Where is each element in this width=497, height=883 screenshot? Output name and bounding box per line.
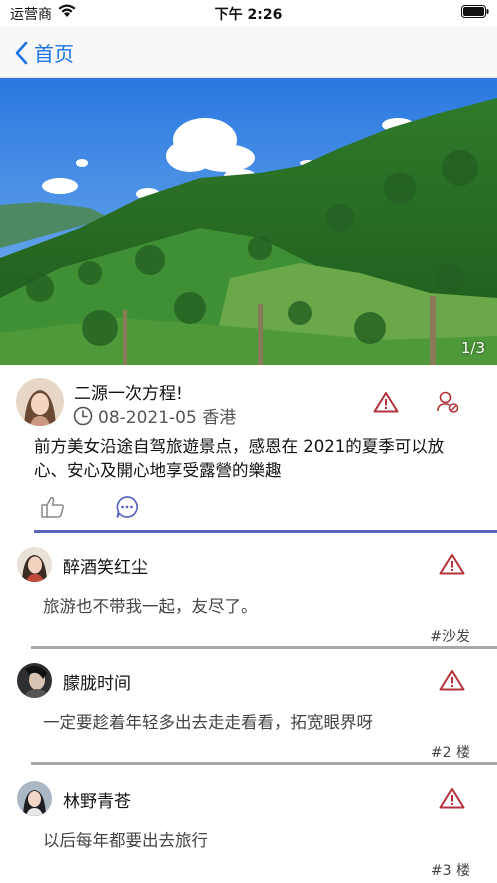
clock-icon	[73, 406, 93, 425]
carousel-counter: 1/3	[460, 339, 485, 357]
status-bar: 运营商 下午 2:26	[0, 0, 497, 26]
warning-icon	[373, 392, 399, 413]
battery-icon	[461, 5, 489, 22]
report-button[interactable]	[373, 391, 399, 417]
chat-bubble-icon	[116, 496, 138, 518]
post-date-location: 08-2021-05 香港	[98, 408, 237, 428]
floor-label: #沙发	[430, 629, 470, 645]
post-meta: 08-2021-05 香港	[73, 403, 236, 428]
floor-label: #2 楼	[430, 745, 470, 761]
floor-label: #3 楼	[430, 863, 470, 879]
commenter-name: 朦胧时间	[63, 674, 131, 694]
commenter-avatar[interactable]	[17, 547, 52, 582]
clock: 下午 2:26	[214, 7, 283, 23]
post-body: 前方美女沿途自驾旅遊景点，感恩在 2021的夏季可以放心、安心及開心地享受露營的…	[34, 437, 445, 480]
divider	[31, 762, 497, 765]
comment-text: 以后每年都要出去旅行	[43, 831, 208, 850]
comment-button[interactable]	[115, 495, 139, 523]
nav-bar: 首页	[0, 26, 497, 78]
back-button[interactable]: 首页	[14, 38, 74, 67]
report-comment-button[interactable]	[439, 669, 465, 695]
comment-text: 旅游也不带我一起，友尽了。	[43, 597, 258, 616]
warning-icon	[439, 670, 465, 691]
block-user-icon	[437, 391, 459, 413]
comment-text: 一定要趁着年轻多出去走走看看，拓宽眼界呀	[43, 713, 373, 732]
report-comment-button[interactable]	[439, 553, 465, 579]
post-title: 二源一次方程!	[74, 384, 183, 404]
warning-icon	[439, 788, 465, 809]
comment-item: 林野青苍 以后每年都要出去旅行 #3 楼	[0, 767, 497, 883]
commenter-avatar[interactable]	[17, 781, 52, 816]
post-card: 二源一次方程! 08-2021-05 香港 前方美女沿途自驾旅遊景点，感恩在 2…	[0, 365, 497, 533]
warning-icon	[439, 554, 465, 575]
landscape-photo	[0, 78, 497, 365]
photo-carousel[interactable]: 1/3	[0, 78, 497, 365]
comment-item: 朦胧时间 一定要趁着年轻多出去走走看看，拓宽眼界呀 #2 楼	[0, 649, 497, 765]
commenter-name: 醉酒笑红尘	[63, 558, 148, 578]
thumbs-up-icon	[41, 497, 64, 518]
author-avatar[interactable]	[16, 378, 64, 426]
report-comment-button[interactable]	[439, 787, 465, 813]
back-label: 首页	[34, 42, 74, 66]
commenter-avatar[interactable]	[17, 663, 52, 698]
comment-item: 醉酒笑红尘 旅游也不带我一起，友尽了。 #沙发	[0, 533, 497, 649]
like-button[interactable]	[40, 495, 66, 523]
chevron-left-icon	[15, 41, 28, 64]
commenter-name: 林野青苍	[63, 792, 131, 812]
block-user-button[interactable]	[436, 390, 460, 418]
